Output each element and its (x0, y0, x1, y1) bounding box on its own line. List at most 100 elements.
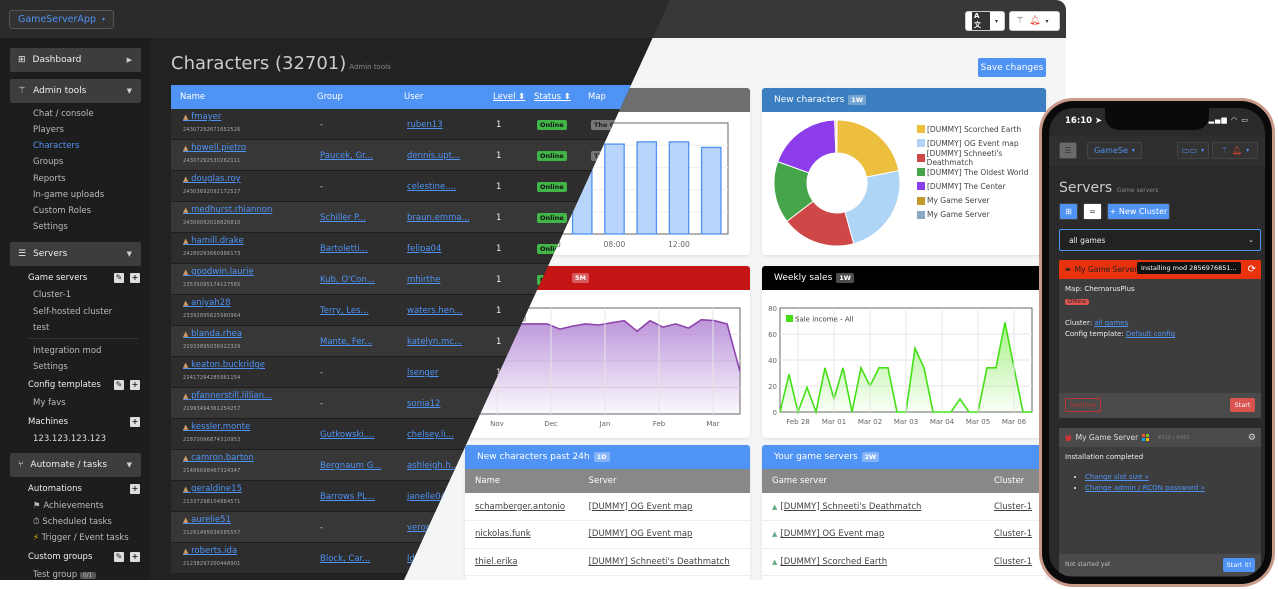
tools-notifications-dropdown[interactable]: ⚚ 🔔︎ ▾ (1212, 142, 1258, 159)
app-switcher-dropdown[interactable]: GameSe ▾ (1087, 142, 1142, 159)
start-it-button[interactable]: Start it! (1223, 558, 1255, 572)
server-link[interactable]: [DUMMY] OG Event map (780, 529, 884, 539)
sidebar-item-chat-console[interactable]: Chat / console (33, 109, 94, 119)
tools-notifications-dropdown[interactable]: ⚚ 🔔︎ ▾ (1009, 11, 1060, 31)
group-link[interactable]: Kub, O'Con... (320, 275, 375, 285)
character-link[interactable]: schamberger.antonio (475, 502, 565, 512)
sync-icon[interactable]: ⟳ (1248, 264, 1256, 275)
legend-item[interactable]: [DUMMY] The Center (917, 179, 1046, 193)
user-link[interactable]: braun.emma... (407, 213, 470, 223)
cluster-link[interactable]: Cluster-1 (994, 502, 1032, 512)
character-link[interactable]: nickolas.funk (475, 529, 531, 539)
sidebar-item-achievements[interactable]: ⚑ Achievements (33, 501, 104, 511)
character-name-link[interactable]: ▲ goodwin.laurie (183, 267, 254, 277)
add-icon[interactable]: + (130, 273, 140, 283)
sidebar-section-admin-tools[interactable]: ⚚ Admin tools ▼ (10, 79, 141, 103)
config-template-link[interactable]: Default config (1126, 330, 1175, 338)
gear-icon[interactable]: ⚙ (1248, 433, 1256, 443)
new-cluster-button[interactable]: + New Cluster (1107, 203, 1170, 220)
column-header-status[interactable]: Status ⬍ (534, 92, 571, 102)
character-name-link[interactable]: ▲ pfannerstill.lillian... (183, 391, 272, 401)
sidebar-item-groups[interactable]: Groups (33, 157, 63, 167)
sidebar-item-integration-mod[interactable]: Integration mod (33, 346, 101, 356)
sidebar-section-dashboard[interactable]: ⊞ Dashboard ▶ (10, 48, 141, 72)
sidebar-item-characters[interactable]: Characters (33, 141, 79, 151)
user-link[interactable]: felipa04 (407, 244, 441, 254)
server-link[interactable]: [DUMMY] OG Event map (589, 502, 693, 512)
group-link[interactable]: Barrows PL... (320, 492, 375, 502)
sidebar-item-server-settings[interactable]: Settings (33, 362, 68, 372)
grid-view-button[interactable]: ⊞ (1059, 203, 1078, 220)
server-link[interactable]: [DUMMY] Schneeti's Deathmatch (780, 502, 921, 512)
add-icon[interactable]: + (130, 552, 140, 562)
server-name[interactable]: My Game Server (1076, 433, 1139, 442)
server-link[interactable]: [DUMMY] OG Event map (589, 529, 693, 539)
legend-item[interactable]: [DUMMY] Schneeti's Deathmatch (917, 149, 1046, 167)
group-link[interactable]: Schiller P... (320, 213, 366, 223)
user-link[interactable]: waters.hen... (407, 306, 462, 316)
user-link[interactable]: celestine.... (407, 182, 456, 192)
character-name-link[interactable]: ▲ geraldine15 (183, 484, 242, 494)
character-name-link[interactable]: ▲ fmayer (183, 112, 221, 122)
save-changes-button[interactable]: Save changes (978, 58, 1046, 77)
group-link[interactable]: Paucek, Gr... (320, 151, 373, 161)
game-filter-select[interactable]: all games ⌄ (1059, 229, 1261, 251)
group-link[interactable]: Mante, Fer... (320, 337, 372, 347)
group-link[interactable]: Block, Car... (320, 554, 370, 564)
character-name-link[interactable]: ▲ keaton.buckridge (183, 360, 265, 370)
sidebar-item-test[interactable]: test (33, 323, 49, 333)
column-header-level[interactable]: Level ⬍ (493, 92, 525, 102)
group-link[interactable]: Gutkowski,... (320, 430, 375, 440)
language-dropdown[interactable]: A 文 ▾ (965, 11, 1005, 31)
character-link[interactable]: thiel.erika (475, 557, 517, 567)
language-dropdown[interactable]: ▭▭ ▾ (1177, 142, 1209, 159)
start-button[interactable]: Start (1230, 398, 1255, 412)
user-link[interactable]: chelsey.li... (407, 430, 454, 440)
add-icon[interactable]: + (130, 417, 140, 427)
user-link[interactable]: sonia12 (407, 399, 440, 409)
list-view-button[interactable]: = (1083, 203, 1102, 220)
character-name-link[interactable]: ▲ roberts.ida (183, 546, 237, 556)
sidebar-item-machine[interactable]: 123.123.123.123 (33, 434, 106, 444)
sidebar-section-servers[interactable]: ☰ Servers ▼ (10, 242, 141, 266)
sidebar-item-trigger-event-tasks[interactable]: ⚡ Trigger / Event tasks (33, 533, 129, 543)
character-name-link[interactable]: ▲ douglas.roy (183, 174, 241, 184)
character-name-link[interactable]: ▲ blanda.rhea (183, 329, 242, 339)
user-link[interactable]: ruben13 (407, 120, 443, 130)
character-name-link[interactable]: ▲ kessler.monte (183, 422, 250, 432)
cluster-link[interactable]: Cluster-1 (994, 557, 1032, 567)
group-link[interactable]: Bartoletti... (320, 244, 368, 254)
sidebar-item-test-group[interactable]: Test group 0/1 (33, 570, 96, 580)
cluster-link[interactable]: Cluster-1 (994, 529, 1032, 539)
sidebar-item-admin-settings[interactable]: Settings (33, 222, 68, 232)
change-slot-size-link[interactable]: Change slot size » (1085, 473, 1149, 481)
sidebar-item-cluster-1[interactable]: Cluster-1 (33, 290, 71, 300)
legend-item[interactable]: [DUMMY] The Oldest World (917, 165, 1046, 179)
settings-button[interactable]: Settings (1065, 398, 1101, 412)
legend-item[interactable]: [DUMMY] Scorched Earth (917, 122, 1046, 136)
user-link[interactable]: mhirthe (407, 275, 440, 285)
user-link[interactable]: lsenger (407, 368, 439, 378)
server-link[interactable]: [DUMMY] Schneeti's Deathmatch (589, 557, 730, 567)
change-password-link[interactable]: Change admin / RCON password » (1085, 484, 1205, 492)
character-name-link[interactable]: ▲ aurelie51 (183, 515, 231, 525)
edit-icon[interactable]: ✎ (114, 552, 124, 562)
character-name-link[interactable]: ▲ camron.barton (183, 453, 254, 463)
character-name-link[interactable]: ▲ howell.pietro (183, 143, 246, 153)
user-link[interactable]: ashleigh.h... (407, 461, 459, 471)
cluster-link[interactable]: all games (1094, 319, 1128, 327)
user-link[interactable]: janelle04 (407, 492, 446, 502)
hamburger-menu-button[interactable]: ☰ (1059, 142, 1077, 159)
edit-icon[interactable]: ✎ (114, 380, 124, 390)
edit-icon[interactable]: ✎ (114, 273, 124, 283)
add-icon[interactable]: + (130, 380, 140, 390)
sidebar-item-scheduled-tasks[interactable]: ⏱ Scheduled tasks (33, 517, 112, 527)
user-link[interactable]: katelyn.mc... (407, 337, 462, 347)
group-link[interactable]: Terry, Les... (320, 306, 369, 316)
sidebar-item-reports[interactable]: Reports (33, 174, 66, 184)
character-name-link[interactable]: ▲ aniyah28 (183, 298, 231, 308)
app-switcher-dropdown[interactable]: GameServerApp ▾ (9, 10, 115, 29)
server-name[interactable]: My Game Server (1075, 265, 1138, 274)
sidebar-section-automate[interactable]: ⑂ Automate / tasks ▼ (10, 453, 141, 477)
character-name-link[interactable]: ▲ medhurst.rhiannon (183, 205, 272, 215)
